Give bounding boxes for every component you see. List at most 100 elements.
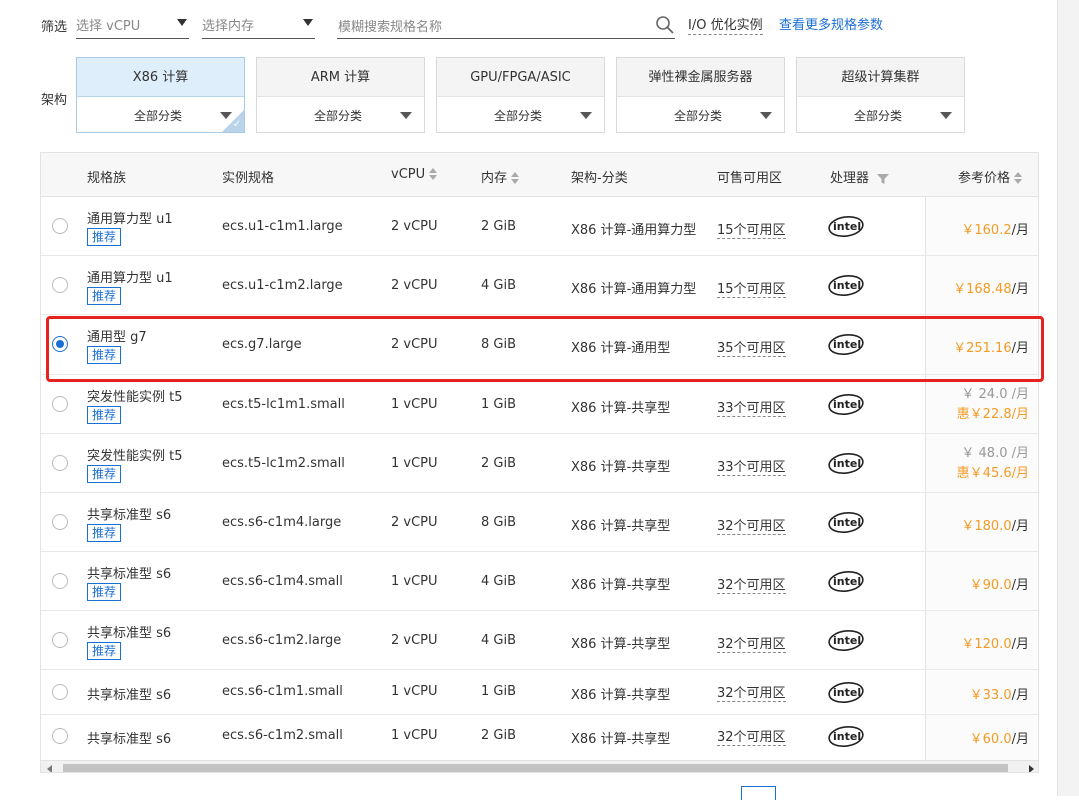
row-spec: ecs.s6-c1m2.small <box>222 728 343 743</box>
price-discount-value: 惠￥45.6/月 <box>956 466 1029 481</box>
row-zones[interactable]: 33个可用区 <box>717 456 786 476</box>
row-price-original: ￥ 24.0 /月 <box>961 387 1029 402</box>
row-zones[interactable]: 32个可用区 <box>717 726 786 746</box>
table-row-selected[interactable]: 通用型 g7 推荐 ecs.g7.large 2 vCPU 8 GiB X86 … <box>41 315 1038 375</box>
pagination-control[interactable] <box>741 786 776 800</box>
more-params-link[interactable]: 查看更多规格参数 <box>779 14 883 33</box>
row-price: ￥60.0/月 <box>970 728 1029 747</box>
price-unit: /月 <box>1011 223 1029 238</box>
row-zones[interactable]: 33个可用区 <box>717 397 786 417</box>
row-radio[interactable] <box>52 632 68 648</box>
row-price-discount: 惠￥45.6/月 <box>957 462 1029 481</box>
table-row[interactable]: 共享标准型 s6 ecs.s6-c1m1.small 1 vCPU 1 GiB … <box>41 670 1038 715</box>
intel-logo-icon: intel <box>828 393 864 416</box>
row-spec: ecs.s6-c1m4.large <box>222 515 342 530</box>
header-processor-label: 处理器 <box>830 171 870 186</box>
svg-text:intel: intel <box>833 279 861 292</box>
price-discount-value: 惠￥22.8/月 <box>956 407 1029 422</box>
header-vcpu[interactable]: vCPU <box>391 167 438 182</box>
row-memory: 1 GiB <box>481 397 517 412</box>
table-row[interactable]: 突发性能实例 t5 推荐 ecs.t5-lc1m1.small 1 vCPU 1… <box>41 375 1038 434</box>
svg-text:intel: intel <box>833 457 861 470</box>
check-icon: ✓ <box>232 119 241 130</box>
instance-spec-table: 规格族 实例规格 vCPU 内存 架构-分类 可售可用区 处理器 参考价格 通用… <box>40 152 1039 773</box>
row-price-original: ￥ 48.0 /月 <box>961 446 1029 461</box>
row-radio-selected[interactable] <box>52 336 68 352</box>
row-radio[interactable] <box>52 277 68 293</box>
arch-card-bare-metal[interactable]: 弹性裸金属服务器 全部分类 <box>616 57 785 133</box>
header-processor[interactable]: 处理器 <box>830 167 890 186</box>
chevron-down-icon <box>940 112 952 119</box>
table-row[interactable]: 共享标准型 s6 ecs.s6-c1m2.small 1 vCPU 2 GiB … <box>41 715 1038 760</box>
recommend-badge: 推荐 <box>87 346 122 364</box>
table-row[interactable]: 共享标准型 s6 推荐 ecs.s6-c1m2.large 2 vCPU 4 G… <box>41 611 1038 670</box>
row-family: 突发性能实例 t5 <box>87 390 183 405</box>
row-price: ￥90.0/月 <box>970 574 1029 593</box>
sort-icon[interactable] <box>1014 172 1023 185</box>
arch-card-arm[interactable]: ARM 计算 全部分类 <box>256 57 425 133</box>
recommend-badge: 推荐 <box>87 228 122 246</box>
table-row[interactable]: 突发性能实例 t5 推荐 ecs.t5-lc1m2.small 1 vCPU 2… <box>41 434 1038 493</box>
row-arch: X86 计算-共享型 <box>571 688 671 703</box>
row-zones[interactable]: 15个可用区 <box>717 278 786 298</box>
chevron-down-icon <box>303 19 313 26</box>
scrollbar-thumb[interactable] <box>63 764 1008 772</box>
arch-card-supercomputing[interactable]: 超级计算集群 全部分类 <box>796 57 965 133</box>
row-arch: X86 计算-共享型 <box>571 519 671 534</box>
sort-icon[interactable] <box>429 168 438 181</box>
arch-card-title: ARM 计算 <box>257 58 424 97</box>
row-zones[interactable]: 15个可用区 <box>717 219 786 239</box>
row-radio[interactable] <box>52 455 68 471</box>
row-family: 通用算力型 u1 <box>87 271 173 286</box>
search-icon[interactable] <box>655 15 675 35</box>
spec-search-input[interactable]: 模糊搜索规格名称 <box>337 14 675 39</box>
row-zones[interactable]: 32个可用区 <box>717 515 786 535</box>
filter-icon[interactable] <box>877 173 890 185</box>
horizontal-scrollbar[interactable] <box>41 760 1038 772</box>
sort-icon[interactable] <box>511 172 520 185</box>
row-price: ￥168.48/月 <box>953 278 1029 297</box>
scroll-right-icon[interactable] <box>1029 765 1034 772</box>
svg-text:intel: intel <box>833 634 861 647</box>
row-radio[interactable] <box>52 218 68 234</box>
row-vcpu: 2 vCPU <box>391 633 438 648</box>
row-memory: 8 GiB <box>481 515 517 530</box>
vcpu-select[interactable]: 选择 vCPU <box>76 14 189 39</box>
row-zones[interactable]: 32个可用区 <box>717 633 786 653</box>
header-spec: 实例规格 <box>222 171 275 186</box>
scroll-left-icon[interactable] <box>47 765 52 772</box>
header-family: 规格族 <box>87 171 127 186</box>
row-radio[interactable] <box>52 396 68 412</box>
row-family: 通用算力型 u1 <box>87 212 173 227</box>
table-row[interactable]: 共享标准型 s6 推荐 ecs.s6-c1m4.large 2 vCPU 8 G… <box>41 493 1038 552</box>
table-row[interactable]: 通用算力型 u1 推荐 ecs.u1-c1m1.large 2 vCPU 2 G… <box>41 197 1038 256</box>
row-zones[interactable]: 35个可用区 <box>717 337 786 357</box>
memory-select[interactable]: 选择内存 <box>202 14 315 39</box>
header-price[interactable]: 参考价格 <box>958 167 1023 186</box>
header-memory[interactable]: 内存 <box>481 167 520 186</box>
recommend-badge: 推荐 <box>87 642 122 660</box>
table-row[interactable]: 通用算力型 u1 推荐 ecs.u1-c1m2.large 2 vCPU 4 G… <box>41 256 1038 315</box>
row-family: 共享标准型 s6 <box>87 567 172 582</box>
row-memory: 2 GiB <box>481 728 517 743</box>
row-family: 共享标准型 s6 <box>87 508 172 523</box>
table-row[interactable]: 共享标准型 s6 推荐 ecs.s6-c1m4.small 1 vCPU 4 G… <box>41 552 1038 611</box>
arch-card-x86[interactable]: X86 计算 全部分类 ✓ <box>76 57 245 133</box>
row-vcpu: 2 vCPU <box>391 278 438 293</box>
row-zones[interactable]: 32个可用区 <box>717 574 786 594</box>
intel-logo-icon: intel <box>828 215 864 238</box>
svg-text:intel: intel <box>833 220 861 233</box>
row-radio[interactable] <box>52 514 68 530</box>
row-family: 共享标准型 s6 <box>87 688 172 703</box>
row-radio[interactable] <box>52 573 68 589</box>
arch-label: 架构 <box>41 93 68 108</box>
io-optimized-label[interactable]: I/O 优化实例 <box>688 14 763 35</box>
header-vcpu-label: vCPU <box>391 167 426 182</box>
arch-card-gpu[interactable]: GPU/FPGA/ASIC 全部分类 <box>436 57 605 133</box>
page-scrollbar[interactable] <box>1057 0 1079 796</box>
row-radio[interactable] <box>52 728 68 744</box>
row-radio[interactable] <box>52 684 68 700</box>
row-price: ￥251.16/月 <box>953 337 1029 356</box>
row-zones[interactable]: 32个可用区 <box>717 682 786 702</box>
arch-card-title: X86 计算 <box>77 58 244 97</box>
